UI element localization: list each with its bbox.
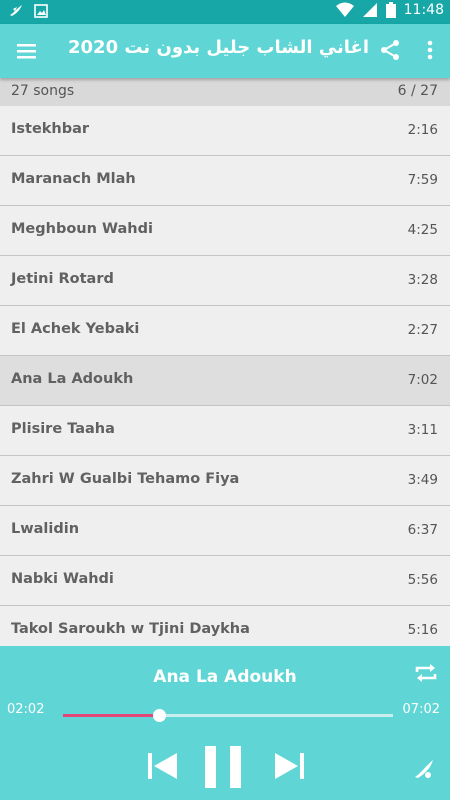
app-bar: اغاني الشاب جليل بدون نت 2020 <box>0 24 450 78</box>
song-duration: 5:56 <box>407 572 438 588</box>
song-title: Plisire Taaha <box>11 421 115 437</box>
app-logo-icon <box>8 3 24 19</box>
song-duration: 7:59 <box>407 172 438 188</box>
song-duration: 5:16 <box>407 622 438 638</box>
song-title: Nabki Wahdi <box>11 571 114 587</box>
skip-previous-icon[interactable] <box>147 750 179 782</box>
battery-icon <box>385 2 396 18</box>
song-title: Jetini Rotard <box>11 271 114 287</box>
page-title: اغاني الشاب جليل بدون نت 2020 <box>68 37 369 58</box>
signal-icon <box>362 2 378 18</box>
menu-icon[interactable] <box>16 40 38 62</box>
current-time: 02:02 <box>7 702 45 717</box>
list-item[interactable]: Jetini Rotard 3:28 <box>0 256 450 306</box>
song-duration: 3:49 <box>407 472 438 488</box>
list-item[interactable]: El Achek Yebaki 2:27 <box>0 306 450 356</box>
list-item[interactable]: Plisire Taaha 3:11 <box>0 406 450 456</box>
clock: 11:48 <box>403 2 444 18</box>
list-item[interactable]: Meghboun Wahdi 4:25 <box>0 206 450 256</box>
list-item[interactable]: Zahri W Gualbi Tehamo Fiya 3:49 <box>0 456 450 506</box>
song-duration: 3:28 <box>407 272 438 288</box>
share-icon[interactable] <box>378 38 402 62</box>
now-playing-title: Ana La Adoukh <box>153 667 297 687</box>
song-list[interactable]: Istekhbar 2:16 Maranach Mlah 7:59 Meghboun… <box>0 106 450 646</box>
music-player: Ana La Adoukh 02:02 07:02 <box>0 646 450 800</box>
list-item[interactable]: Takol Saroukh w Tjini Daykha 5:16 <box>0 606 450 646</box>
song-duration: 4:25 <box>407 222 438 238</box>
song-duration: 6:37 <box>407 522 438 538</box>
repeat-icon[interactable] <box>413 660 439 686</box>
song-title: Maranach Mlah <box>11 171 136 187</box>
more-vert-icon[interactable] <box>420 38 440 62</box>
song-summary-bar: 27 songs 6 / 27 <box>0 78 450 106</box>
song-title: El Achek Yebaki <box>11 321 140 337</box>
list-item-active[interactable]: Ana La Adoukh 7:02 <box>0 356 450 406</box>
wifi-icon <box>335 2 354 18</box>
song-title: Ana La Adoukh <box>11 371 134 387</box>
list-item[interactable]: Maranach Mlah 7:59 <box>0 156 450 206</box>
song-title: Istekhbar <box>11 121 90 137</box>
list-item[interactable]: Lwalidin 6:37 <box>0 506 450 556</box>
total-time: 07:02 <box>402 702 440 717</box>
song-duration: 2:16 <box>407 122 438 138</box>
song-title: Zahri W Gualbi Tehamo Fiya <box>11 471 240 487</box>
seek-bar[interactable] <box>63 709 393 722</box>
song-title: Meghboun Wahdi <box>11 221 153 237</box>
image-icon <box>34 4 48 18</box>
skip-next-icon[interactable] <box>273 750 305 782</box>
app-logo-icon <box>412 757 436 781</box>
list-item[interactable]: Nabki Wahdi 5:56 <box>0 556 450 606</box>
song-title: Lwalidin <box>11 521 80 537</box>
pause-icon[interactable] <box>203 745 243 789</box>
song-count: 27 songs <box>11 83 75 99</box>
song-position: 6 / 27 <box>397 83 438 99</box>
song-duration: 2:27 <box>407 322 438 338</box>
seek-thumb[interactable] <box>152 709 166 722</box>
song-title: Takol Saroukh w Tjini Daykha <box>11 621 250 637</box>
list-item[interactable]: Istekhbar 2:16 <box>0 106 450 156</box>
seek-progress <box>63 714 159 717</box>
song-duration: 7:02 <box>407 372 438 388</box>
song-duration: 3:11 <box>407 422 438 438</box>
status-bar: 11:48 <box>0 0 450 24</box>
